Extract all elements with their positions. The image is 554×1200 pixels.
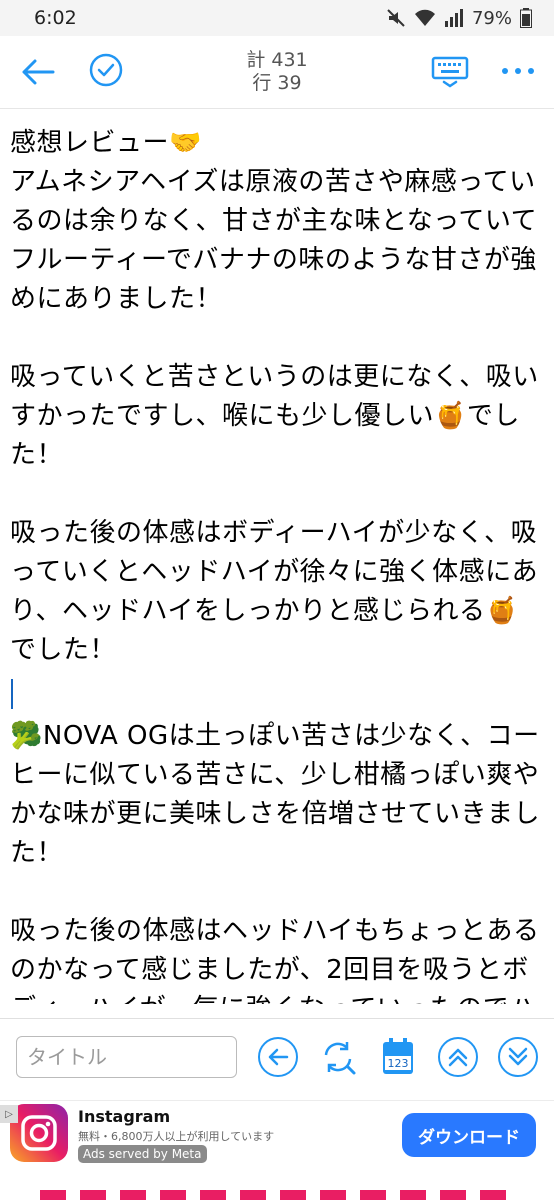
double-chevron-down-icon bbox=[508, 1047, 528, 1066]
undo-button[interactable] bbox=[258, 1037, 298, 1077]
ad-choices-icon[interactable]: ▷ bbox=[0, 1105, 18, 1123]
keyboard-icon bbox=[431, 56, 469, 88]
replace-button[interactable] bbox=[316, 1035, 360, 1079]
paragraph: 感想レビュー🤝 アムネシアヘイズは原液の苦さや麻感っているのは余りなく、甘さが主… bbox=[10, 128, 538, 314]
app-bar: 計 431 行 39 bbox=[0, 36, 554, 109]
ad-app-name: Instagram bbox=[78, 1107, 171, 1126]
badge-number: 123 bbox=[388, 1057, 409, 1070]
arrow-left-icon bbox=[268, 1048, 289, 1066]
ad-served-by: Ads served by Meta bbox=[78, 1145, 207, 1163]
double-chevron-up-icon bbox=[448, 1048, 468, 1067]
text-cursor bbox=[11, 679, 13, 709]
download-button[interactable]: ダウンロード bbox=[402, 1113, 536, 1157]
more-dots-icon bbox=[502, 68, 534, 74]
ad-banner[interactable]: ▷ Instagram 無料・6,800万人以上が利用しています Ads ser… bbox=[0, 1100, 554, 1175]
scroll-top-button[interactable] bbox=[438, 1037, 478, 1077]
ad-subtitle: 無料・6,800万人以上が利用しています bbox=[78, 1130, 275, 1143]
refresh-search-icon bbox=[324, 1042, 356, 1075]
wifi-icon bbox=[414, 9, 435, 26]
paragraph: 吸った後の体感はヘッドハイもちょっとあるのかなって感じましたが、2回目を吸うとボ… bbox=[10, 916, 540, 1004]
counter-icon: 123 bbox=[383, 1038, 413, 1074]
line-number-button[interactable]: 123 bbox=[378, 1037, 418, 1079]
paragraph: 吸った後の体感はボディーハイが少なく、吸っていくとヘッドハイが徐々に強く体感にあ… bbox=[10, 518, 539, 665]
battery-percent: 79% bbox=[471, 7, 512, 29]
title-input[interactable] bbox=[16, 1036, 237, 1078]
status-bar: 6:02 79% bbox=[0, 0, 554, 36]
ad-image-strip bbox=[40, 1190, 520, 1200]
more-options-button[interactable] bbox=[496, 56, 540, 86]
keyboard-button[interactable] bbox=[428, 52, 472, 92]
text-editor[interactable]: 感想レビュー🤝 アムネシアヘイズは原液の苦さや麻感っているのは余りなく、甘さが主… bbox=[10, 124, 544, 1004]
paragraph: 吸っていくと苦さというのは更になく、吸いすかったですし、喉にも少し優しい🍯でした… bbox=[10, 362, 539, 470]
paragraph: 🥦NOVA OGは土っぽい苦さは少なく、コーヒーに似ている苦さに、少し柑橘っぽい… bbox=[10, 721, 541, 868]
status-time: 6:02 bbox=[34, 7, 77, 29]
signal-icon bbox=[444, 9, 463, 27]
battery-icon bbox=[520, 8, 532, 28]
status-icons: 79% bbox=[386, 6, 532, 30]
instagram-logo-icon bbox=[10, 1104, 68, 1162]
scroll-bottom-button[interactable] bbox=[498, 1037, 538, 1077]
bottom-toolbar: 123 bbox=[0, 1018, 554, 1099]
bottom-strip bbox=[0, 1174, 554, 1200]
mute-icon bbox=[387, 9, 405, 27]
